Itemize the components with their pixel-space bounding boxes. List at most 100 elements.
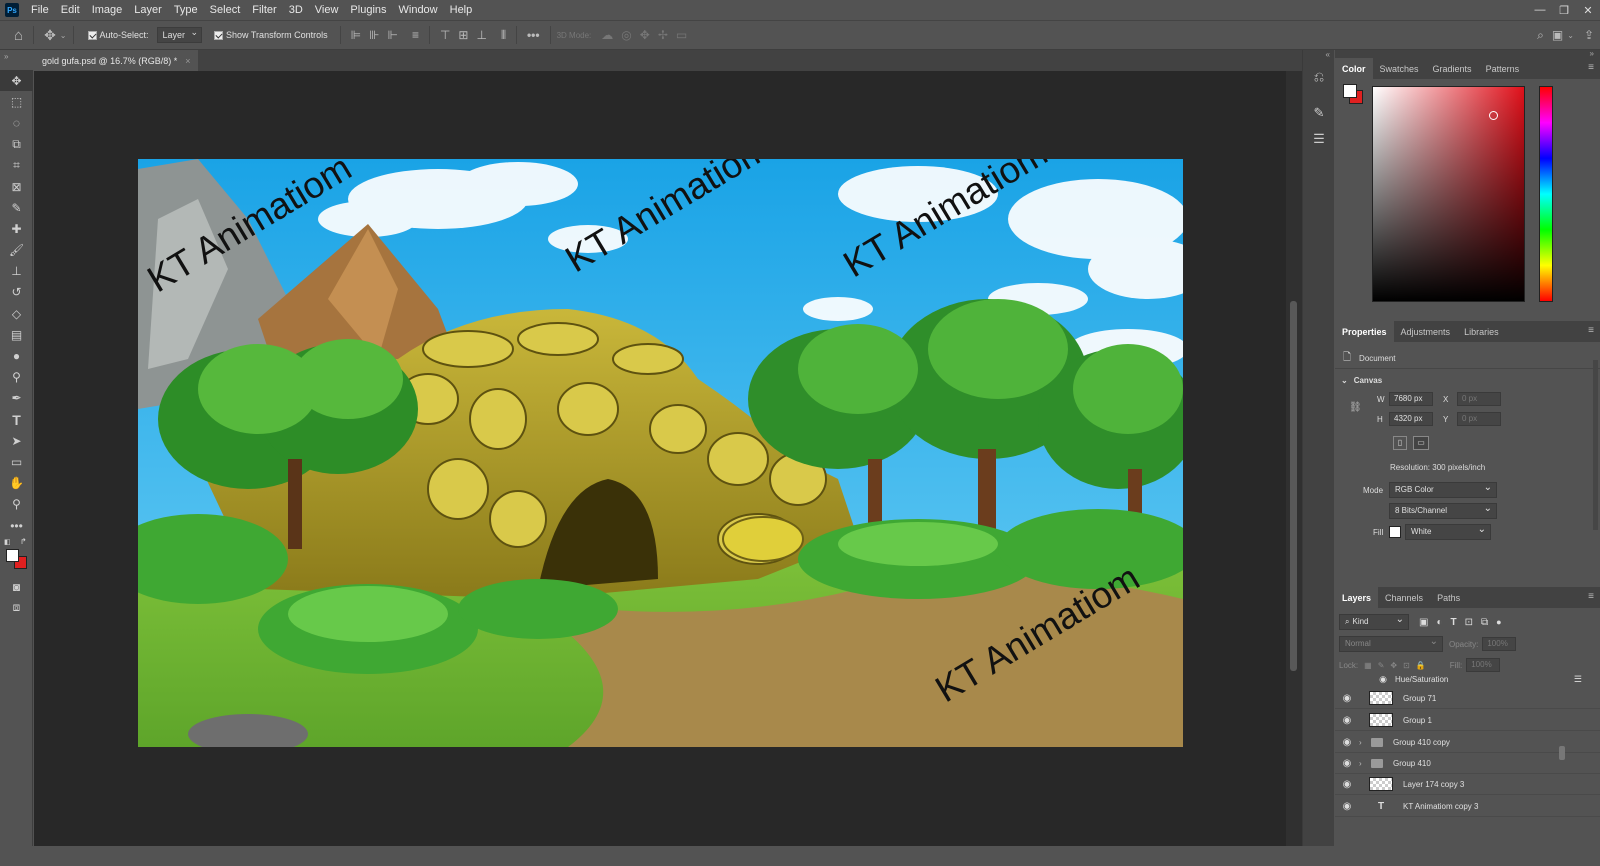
color-swatches[interactable]: ◧ ↱	[0, 536, 32, 576]
object-select-tool-icon[interactable]: ⧉	[0, 134, 33, 155]
share-icon[interactable]: ⇪	[1584, 28, 1594, 42]
marquee-tool-icon[interactable]: ⬚	[0, 91, 33, 112]
move-tool-icon[interactable]: ✥	[0, 70, 33, 92]
eye-icon[interactable]: ◉	[1335, 779, 1359, 790]
tab-paths[interactable]: Paths	[1430, 587, 1467, 608]
link-icon[interactable]: ⛓	[1349, 402, 1362, 413]
eye-icon[interactable]: ◉	[1335, 737, 1359, 748]
filter-toggle-icon[interactable]: ●	[1496, 617, 1501, 627]
lock-transparent-icon[interactable]: ▦	[1364, 661, 1372, 670]
foreground-color-chip[interactable]	[1343, 84, 1357, 98]
layer-row[interactable]: ◉ Layer 174 copy 3	[1335, 774, 1600, 795]
layer-row[interactable]: ◉ T KT Animatiom copy 3	[1335, 796, 1600, 817]
close-window-button[interactable]: ✕	[1576, 0, 1600, 20]
eraser-tool-icon[interactable]: ◇	[0, 303, 33, 324]
foreground-color-swatch[interactable]	[6, 549, 19, 563]
saturation-brightness-field[interactable]	[1372, 86, 1525, 302]
crop-tool-icon[interactable]: ⌗	[0, 155, 33, 176]
menu-image[interactable]: Image	[86, 0, 129, 20]
minimize-button[interactable]: —	[1528, 0, 1552, 20]
portrait-orientation-icon[interactable]: ▯	[1393, 436, 1407, 450]
align-bottom-icon[interactable]: ⊥	[476, 28, 486, 42]
layer-row[interactable]: ◉ Hue/Saturation ☰	[1335, 672, 1600, 686]
artwork-canvas[interactable]: KT Animatiom KT Animatiom KT Animatiom K…	[138, 159, 1183, 747]
lock-position-icon[interactable]: ✥	[1390, 661, 1397, 670]
layer-row[interactable]: ◉ Group 71	[1335, 688, 1600, 709]
menu-file[interactable]: File	[25, 0, 55, 20]
eye-icon[interactable]: ◉	[1335, 674, 1387, 685]
brush-tool-icon[interactable]: 🖌	[0, 240, 33, 261]
menu-layer[interactable]: Layer	[128, 0, 168, 20]
adjustments-icon[interactable]: ☰	[1303, 126, 1335, 152]
lasso-tool-icon[interactable]: ◌	[0, 112, 33, 133]
layer-row[interactable]: ◉ Group 1	[1335, 710, 1600, 731]
filter-smart-object-icon[interactable]: ⧉	[1481, 617, 1488, 628]
tab-color[interactable]: Color	[1335, 58, 1373, 79]
eyedropper-tool-icon[interactable]: ✎	[0, 197, 33, 218]
filter-adjustment-icon[interactable]: ◐	[1436, 617, 1442, 628]
dodge-tool-icon[interactable]: ⚲	[0, 367, 33, 388]
menu-window[interactable]: Window	[393, 0, 444, 20]
menu-plugins[interactable]: Plugins	[344, 0, 392, 20]
bit-depth-select[interactable]: 8 Bits/Channel	[1389, 503, 1497, 519]
history-brush-tool-icon[interactable]: ↺	[0, 282, 33, 303]
tab-swatches[interactable]: Swatches	[1373, 58, 1426, 79]
restore-button[interactable]: ❐	[1552, 0, 1576, 20]
edit-toolbar-icon[interactable]: •••	[0, 515, 33, 536]
eye-icon[interactable]: ◉	[1335, 801, 1359, 812]
lock-all-icon[interactable]: 🔒	[1416, 661, 1426, 670]
menu-view[interactable]: View	[309, 0, 345, 20]
layer-filter-kind-select[interactable]: ⌕ Kind	[1339, 614, 1409, 630]
frame-tool-icon[interactable]: ⊠	[0, 176, 33, 197]
move-tool-preset-icon[interactable]: ✥	[44, 27, 56, 44]
tab-channels[interactable]: Channels	[1378, 587, 1430, 608]
align-top-icon[interactable]: ⊤	[440, 28, 450, 42]
document-tab[interactable]: gold gufa.psd @ 16.7% (RGB/8) * ×	[34, 50, 199, 71]
panel-menu-icon[interactable]: ≡	[1588, 591, 1594, 602]
pen-tool-icon[interactable]: ✒	[0, 388, 33, 409]
fill-select[interactable]: White	[1405, 524, 1491, 540]
stamp-tool-icon[interactable]: ⊥	[0, 261, 33, 282]
lock-artboard-icon[interactable]: ⊡	[1403, 661, 1410, 670]
type-tool-icon[interactable]: T	[0, 409, 33, 430]
tab-adjustments[interactable]: Adjustments	[1394, 321, 1458, 342]
gradient-tool-icon[interactable]: ▤	[0, 324, 33, 345]
toolbar-collapse[interactable]: »	[0, 50, 33, 70]
panel-menu-icon[interactable]: ≡	[1588, 325, 1594, 336]
eye-icon[interactable]: ◉	[1335, 758, 1359, 769]
blend-mode-select[interactable]: Normal	[1339, 636, 1443, 652]
expand-group-icon[interactable]: ›	[1359, 738, 1369, 747]
lock-image-icon[interactable]: ✎	[1378, 661, 1385, 670]
hue-slider[interactable]	[1539, 86, 1553, 302]
color-mode-select[interactable]: RGB Color	[1389, 482, 1497, 498]
home-icon[interactable]: ⌂	[14, 27, 23, 44]
align-middle-icon[interactable]: ⊞	[458, 28, 468, 42]
eye-icon[interactable]: ◉	[1335, 693, 1359, 704]
fill-color-swatch[interactable]	[1389, 526, 1401, 538]
canvas-width-field[interactable]: 7680 px	[1389, 392, 1433, 406]
tab-patterns[interactable]: Patterns	[1479, 58, 1527, 79]
tab-layers[interactable]: Layers	[1335, 587, 1379, 608]
align-center-icon[interactable]: ⊪	[369, 28, 379, 42]
history-panel-icon[interactable]: ⎌	[1303, 64, 1335, 90]
canvas-vertical-scrollbar[interactable]	[1286, 71, 1302, 846]
more-options-icon[interactable]: •••	[527, 28, 540, 42]
expand-panels-icon[interactable]: »	[1335, 50, 1600, 58]
distribute-horizontal-icon[interactable]: ⫴	[501, 28, 506, 43]
layers-scrollbar[interactable]	[1559, 746, 1565, 760]
chevron-down-icon[interactable]: ⌄	[1567, 31, 1574, 40]
align-left-icon[interactable]: ⊫	[351, 28, 361, 42]
align-right-icon[interactable]: ⊩	[388, 28, 398, 42]
filter-shape-icon[interactable]: ⊡	[1465, 617, 1473, 628]
search-icon[interactable]: ⌕	[1537, 28, 1544, 43]
opacity-field[interactable]: 100%	[1482, 637, 1517, 651]
show-transform-checkbox[interactable]: Show Transform Controls	[214, 30, 328, 40]
chevron-down-icon[interactable]: ⌄	[60, 31, 67, 40]
menu-select[interactable]: Select	[204, 0, 247, 20]
menu-filter[interactable]: Filter	[246, 0, 282, 20]
expand-group-icon[interactable]: ›	[1359, 759, 1369, 768]
tab-properties[interactable]: Properties	[1335, 321, 1394, 342]
blur-tool-icon[interactable]: ●	[0, 345, 33, 366]
fill-opacity-field[interactable]: 100%	[1466, 658, 1501, 672]
landscape-orientation-icon[interactable]: ▭	[1413, 436, 1429, 450]
